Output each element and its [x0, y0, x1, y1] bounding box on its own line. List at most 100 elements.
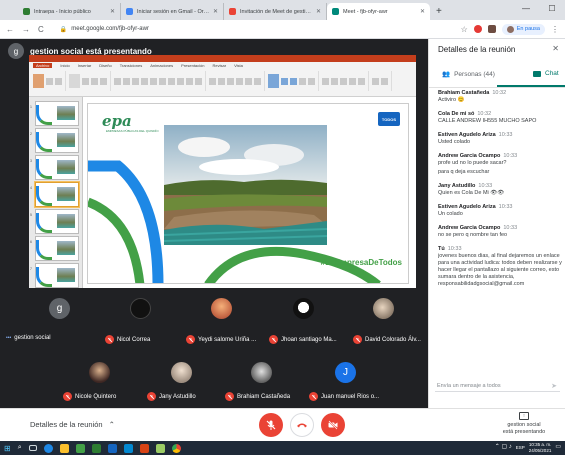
ribbon-tab: Diseño — [99, 63, 112, 68]
browser-tab-meet[interactable]: Meet - fjb-ofyr-awr ✕ — [327, 3, 430, 20]
participant-name: Jany Astudillo — [147, 392, 196, 401]
lock-icon: 🔒 — [59, 26, 68, 33]
slide-thumbnail-panel: 1 2 3 4 5 6 7 — [29, 97, 83, 288]
muted-mic-icon — [353, 335, 362, 344]
reload-icon[interactable]: C — [38, 25, 44, 34]
participant-tile[interactable]: J Juan manuel Rios o... — [303, 354, 393, 406]
windows-start-icon[interactable]: ⊞ — [4, 444, 11, 453]
microphone-toggle-button[interactable] — [259, 413, 283, 437]
system-tray: ⌃ ▢ ♪ ESP 10:35 a. m. 24/05/2021 ▭ — [495, 442, 561, 453]
meeting-details-button[interactable]: Detalles de la reunión ⌃ — [30, 420, 115, 429]
participant-tile[interactable]: Brahiam Castañeda — [215, 354, 303, 406]
search-icon[interactable]: ⌕ — [18, 444, 22, 452]
avatar — [89, 362, 110, 383]
close-tab-icon[interactable]: ✕ — [420, 8, 425, 15]
avatar: g — [49, 298, 70, 319]
participant-name: Nicole Quintero — [63, 392, 116, 401]
star-icon[interactable]: ☆ — [461, 25, 468, 34]
google-favicon-icon — [126, 8, 133, 15]
profile-button[interactable]: En pausa — [501, 23, 545, 35]
ribbon-tab: Presentación — [181, 63, 205, 68]
participant-name: Brahiam Castañeda — [225, 392, 290, 401]
clock[interactable]: 10:35 a. m. 24/05/2021 — [529, 442, 552, 453]
ribbon-tabs: Archivo Inicio Insertar Diseño Transicio… — [29, 62, 416, 69]
forward-icon[interactable]: → — [22, 25, 30, 34]
participant-tile[interactable]: David Colorado Álv... — [343, 292, 428, 350]
browser-menu-icon[interactable]: ⋮ — [551, 25, 559, 34]
store-icon[interactable] — [75, 443, 85, 453]
ribbon-tab: Insertar — [77, 63, 92, 68]
close-tab-icon[interactable]: ✕ — [316, 8, 321, 15]
close-tab-icon[interactable]: ✕ — [213, 8, 218, 15]
muted-mic-icon — [186, 335, 195, 344]
participant-tile[interactable]: g ••• gestion social — [0, 292, 85, 350]
outlook-icon[interactable] — [123, 443, 133, 453]
window-controls: — ☐ — [513, 0, 565, 16]
participant-tile[interactable]: Nicol Correa — [85, 292, 171, 350]
present-screen-icon: ↑ — [519, 412, 529, 420]
opera-extension-icon[interactable] — [473, 25, 482, 33]
avatar — [130, 298, 151, 319]
file-explorer-icon[interactable] — [59, 443, 69, 453]
chat-message: Andrew Garcia Ocampo 10:33 profe ud no lo… — [438, 153, 518, 166]
chat-input[interactable]: Envía un mensaje a todos — [435, 380, 560, 392]
chrome-icon[interactable] — [171, 443, 181, 453]
new-tab-button[interactable]: + — [436, 6, 442, 17]
participant-tile[interactable]: Yeydi salome Uriña ... — [171, 292, 257, 350]
slide-thumbnail — [35, 101, 79, 126]
tab-people[interactable]: 👥 Personas (44) — [442, 70, 495, 79]
participant-tile[interactable]: Jhoan santiago Ma... — [257, 292, 343, 350]
close-icon[interactable]: ✕ — [552, 44, 559, 53]
meet-control-bar: Detalles de la reunión ⌃ ↑ gestion socia… — [0, 408, 565, 441]
browser-tab-intraepa[interactable]: Intraepa - Inicio público ✕ — [18, 3, 121, 20]
notification-icon[interactable]: ▭ — [555, 444, 561, 451]
chat-message: para q deja escuchar — [438, 169, 490, 175]
tray-icons[interactable]: ⌃ ▢ ♪ — [495, 444, 512, 451]
chat-message: Brahiam Castañeda 10:32 Activiro 😊 — [438, 90, 507, 103]
ribbon-tab: Vista — [234, 63, 243, 68]
powerpoint-icon[interactable] — [139, 443, 149, 453]
participant-name: Nicol Correa — [105, 335, 150, 344]
profile-label: En pausa — [516, 26, 540, 32]
language-indicator[interactable]: ESP — [516, 445, 525, 451]
slide-thumbnail-selected — [35, 182, 79, 207]
tab-people-label: Personas (44) — [454, 70, 495, 78]
close-tab-icon[interactable]: ✕ — [110, 8, 115, 15]
epa-logo-subtitle: EMPRESAS PÚBLICAS DEL QUINDÍO — [106, 129, 159, 133]
meet-favicon-icon — [332, 8, 339, 15]
chat-message: Estiven Agudelo Ariza 10:33 Usted colado — [438, 132, 513, 145]
camera-toggle-button[interactable] — [321, 413, 345, 437]
participant-tile[interactable]: Jany Astudillo — [135, 354, 215, 406]
slide-thumbnail — [35, 155, 79, 180]
url-field[interactable]: 🔒 meet.google.com/fjb-ofyr-awr — [54, 23, 455, 36]
chat-message: Tú 10:33 jovenes buenos dias, al final de… — [438, 246, 562, 287]
browser-tab-gmail[interactable]: Iniciar sesión en Gmail - Ordenar ✕ — [121, 3, 224, 20]
browser-tab-invitation[interactable]: Invitación de Meet de gestion so ✕ — [224, 3, 327, 20]
extension-icon[interactable] — [487, 25, 496, 33]
chat-message: Cola De mi só 10:32 CALLE ANDREW IH555 MU… — [438, 111, 537, 124]
leave-call-button[interactable] — [290, 413, 314, 437]
minimize-icon[interactable]: — — [513, 0, 539, 16]
url-text: meet.google.com/fjb-ofyr-awr — [71, 26, 149, 32]
chat-icon — [533, 70, 541, 77]
meet-stage: g gestion social está presentando Archiv… — [0, 39, 428, 408]
task-view-icon[interactable] — [28, 445, 37, 451]
meeting-details-panel: Detalles de la reunión ✕ 👥 Personas (44)… — [428, 39, 565, 408]
app-icon[interactable] — [155, 443, 165, 453]
avatar — [171, 362, 192, 383]
muted-mic-icon — [266, 420, 276, 430]
back-icon[interactable]: ← — [6, 25, 14, 34]
presenter-avatar: g — [8, 43, 24, 59]
tab-label: Iniciar sesión en Gmail - Ordenar — [137, 8, 210, 15]
word-icon[interactable] — [107, 443, 117, 453]
more-options-icon[interactable]: ••• — [6, 335, 11, 341]
participant-tile[interactable]: Nicole Quintero — [55, 354, 135, 406]
edge-icon[interactable] — [43, 443, 53, 453]
excel-icon[interactable] — [91, 443, 101, 453]
presentation-status[interactable]: ↑ gestion social está presentando — [489, 412, 559, 435]
maximize-icon[interactable]: ☐ — [539, 0, 565, 16]
participant-name: ••• gestion social — [6, 335, 51, 341]
chat-message: Andrew Garcia Ocampo 10:33 no se pero q n… — [438, 225, 518, 238]
tab-chat[interactable]: Chat — [533, 70, 559, 77]
send-icon[interactable]: ➤ — [551, 382, 557, 390]
